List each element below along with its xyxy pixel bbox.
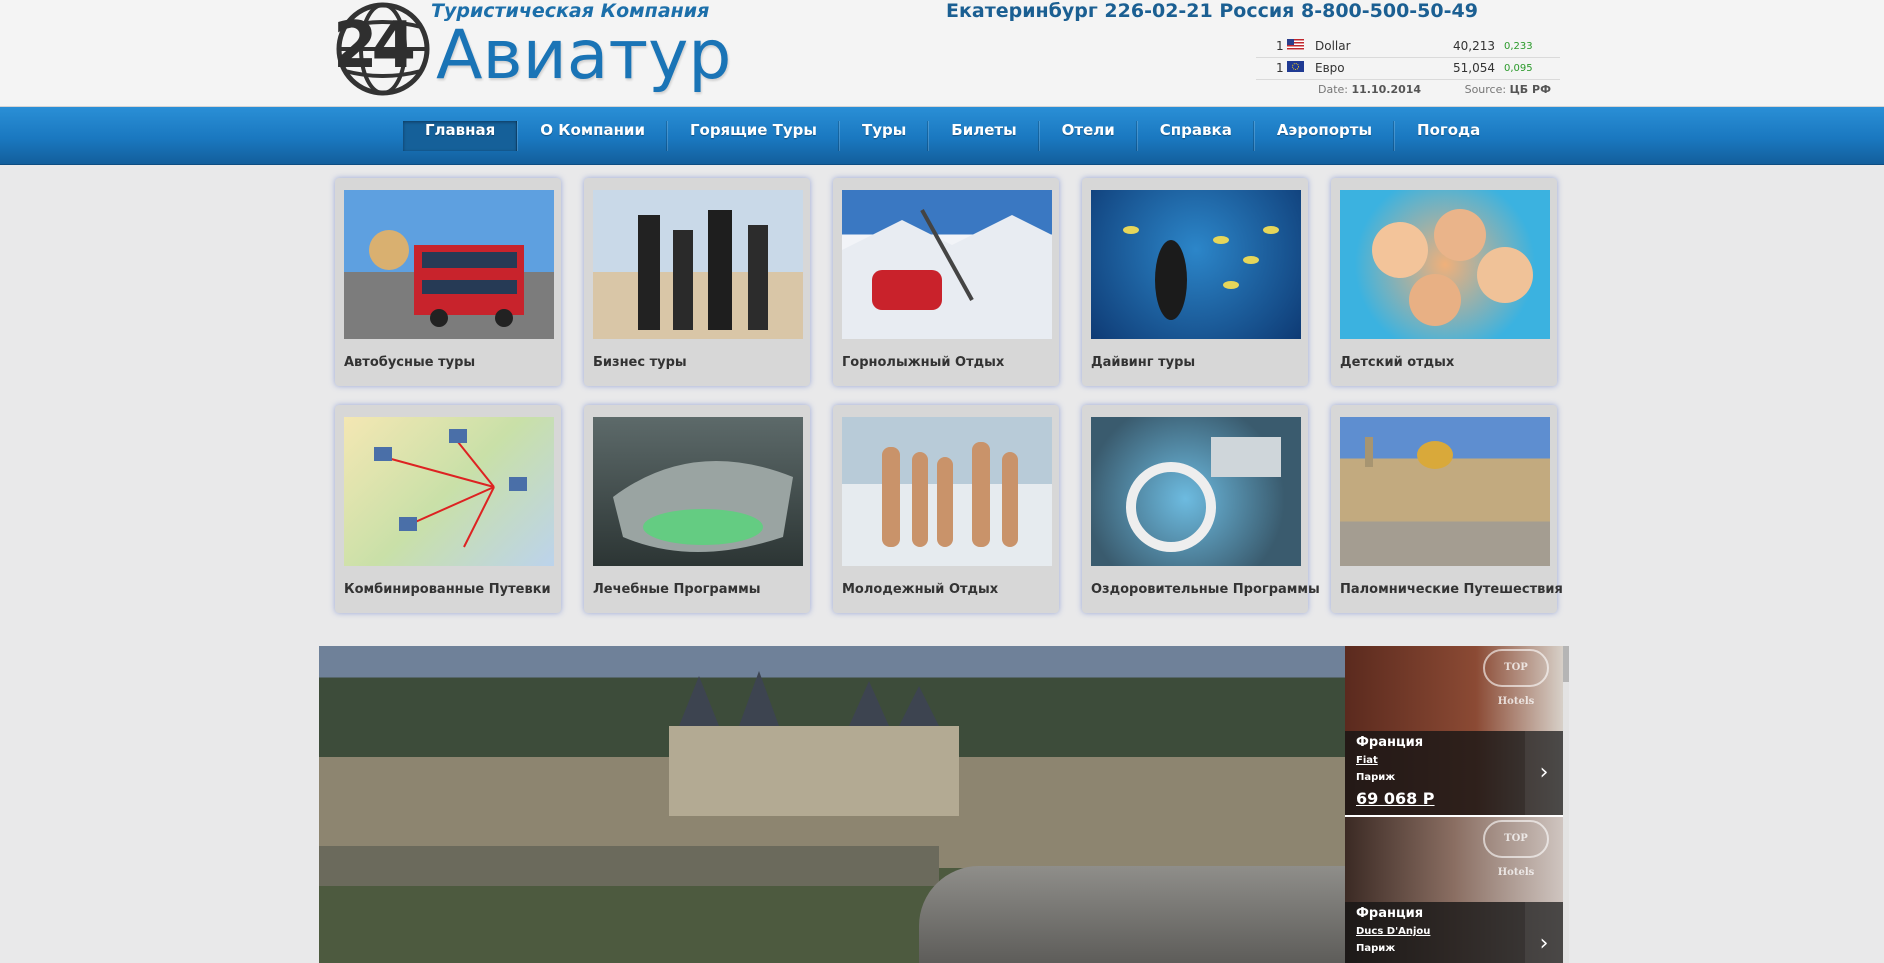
hotel-offer-card[interactable]: TOP Hotels Франция Ducs D'Anjou Париж ›	[1345, 817, 1563, 963]
category-label: Комбинированные Путевки	[344, 582, 551, 597]
diving-image	[1091, 190, 1301, 339]
banner-wall	[319, 846, 939, 886]
rate-row-euro: 1 Евро 51,054 0,095	[1256, 58, 1560, 80]
contact-phones: Екатеринбург 226-02-21 Россия 8-800-500-…	[946, 0, 1478, 22]
nav-item-home[interactable]: Главная	[403, 121, 518, 151]
ski-image	[842, 190, 1052, 339]
hotel-country: Франция	[1356, 735, 1424, 750]
main-nav: Главная О Компании Горящие Туры Туры Бил…	[0, 107, 1884, 165]
date-value: 11.10.2014	[1351, 83, 1422, 96]
site-logo[interactable]: 24 Туристическая Компания Авиатур	[333, 0, 753, 104]
hotel-offer-card[interactable]: TOP Hotels Франция Fiat Париж 69 068 Р ›	[1345, 646, 1563, 815]
category-label: Горнолыжный Отдых	[842, 355, 1005, 370]
bus-tours-image	[344, 190, 554, 339]
category-label: Автобусные туры	[344, 355, 476, 370]
castle-image	[669, 671, 959, 816]
logo-number: 24	[333, 9, 416, 83]
category-card-youth[interactable]: Молодежный Отдых	[833, 405, 1059, 613]
featured-banner[interactable]	[319, 646, 1345, 963]
category-label: Паломнические Путешествия	[1340, 582, 1563, 597]
rate-currency: Dollar	[1315, 39, 1351, 53]
category-card-combined[interactable]: Комбинированные Путевки	[335, 405, 561, 613]
nav-item-weather[interactable]: Погода	[1394, 121, 1502, 151]
pilgrimage-image	[1340, 417, 1550, 566]
hotel-info: Франция Fiat Париж 69 068 Р	[1345, 731, 1525, 815]
category-label: Лечебные Программы	[593, 582, 761, 597]
rate-value: 51,054	[1453, 61, 1495, 75]
category-card-ski[interactable]: Горнолыжный Отдых	[833, 178, 1059, 386]
combined-tours-image	[344, 417, 554, 566]
wellness-programs-image	[1091, 417, 1301, 566]
rates-meta: Date: 11.10.2014 Source: ЦБ РФ	[1318, 83, 1551, 96]
nav-item-tours[interactable]: Туры	[838, 121, 928, 151]
hotel-offers: TOP Hotels Франция Fiat Париж 69 068 Р ›…	[1345, 646, 1563, 963]
category-card-medical[interactable]: Лечебные Программы	[584, 405, 810, 613]
nav-item-airports[interactable]: Аэропорты	[1253, 121, 1394, 151]
source-value: ЦБ РФ	[1509, 83, 1551, 96]
top-hotels-badge: TOP Hotels	[1483, 820, 1549, 878]
category-label: Дайвинг туры	[1091, 355, 1196, 370]
us-flag-icon	[1287, 39, 1304, 50]
hotel-name-link[interactable]: Fiat	[1356, 755, 1378, 766]
category-label: Молодежный Отдых	[842, 582, 999, 597]
hotel-name-link[interactable]: Ducs D'Anjou	[1356, 926, 1430, 937]
site-header: 24 Туристическая Компания Авиатур Екатер…	[0, 0, 1884, 107]
hotel-offers-scrollbar[interactable]	[1563, 646, 1569, 963]
hotel-info: Франция Ducs D'Anjou Париж	[1345, 902, 1525, 963]
youth-image	[842, 417, 1052, 566]
banner-bridge	[919, 866, 1345, 963]
eu-flag-icon	[1287, 61, 1304, 72]
hotel-price[interactable]: 69 068 Р	[1356, 789, 1435, 808]
chevron-right-icon[interactable]: ›	[1525, 902, 1563, 963]
business-tours-image	[593, 190, 803, 339]
nav-item-tickets[interactable]: Билеты	[928, 121, 1038, 151]
nav-item-hot-tours[interactable]: Горящие Туры	[666, 121, 839, 151]
nav-item-help[interactable]: Справка	[1136, 121, 1254, 151]
scrollbar-thumb[interactable]	[1563, 646, 1569, 682]
category-card-bus-tours[interactable]: Автобусные туры	[335, 178, 561, 386]
company-name: Авиатур	[436, 16, 732, 95]
category-card-business-tours[interactable]: Бизнес туры	[584, 178, 810, 386]
source-label: Source:	[1464, 83, 1507, 96]
category-card-pilgrimage[interactable]: Паломнические Путешествия	[1331, 405, 1563, 613]
chevron-right-icon[interactable]: ›	[1525, 731, 1563, 815]
rate-value: 40,213	[1453, 39, 1495, 53]
category-label: Детский отдых	[1340, 355, 1455, 370]
rate-amount: 1	[1276, 39, 1284, 53]
hotel-city: Париж	[1356, 943, 1396, 954]
rate-amount: 1	[1276, 61, 1284, 75]
hotel-city: Париж	[1356, 772, 1396, 783]
category-label: Бизнес туры	[593, 355, 687, 370]
category-card-diving[interactable]: Дайвинг туры	[1082, 178, 1308, 386]
category-card-kids[interactable]: Детский отдых	[1331, 178, 1557, 386]
category-card-wellness[interactable]: Оздоровительные Программы	[1082, 405, 1320, 613]
currency-rates: 1 Dollar 40,213 0,233 1 Евро 51,054 0,09…	[1256, 36, 1560, 80]
hotel-country: Франция	[1356, 906, 1424, 921]
rate-change: 0,095	[1504, 63, 1533, 74]
date-label: Date:	[1318, 83, 1348, 96]
rate-change: 0,233	[1504, 41, 1533, 52]
medical-programs-image	[593, 417, 803, 566]
nav-item-hotels[interactable]: Отели	[1038, 121, 1137, 151]
rate-row-dollar: 1 Dollar 40,213 0,233	[1256, 36, 1560, 58]
top-hotels-badge: TOP Hotels	[1483, 649, 1549, 707]
nav-item-about[interactable]: О Компании	[517, 121, 667, 151]
rate-currency: Евро	[1315, 61, 1345, 75]
kids-image	[1340, 190, 1550, 339]
category-label: Оздоровительные Программы	[1091, 582, 1320, 597]
